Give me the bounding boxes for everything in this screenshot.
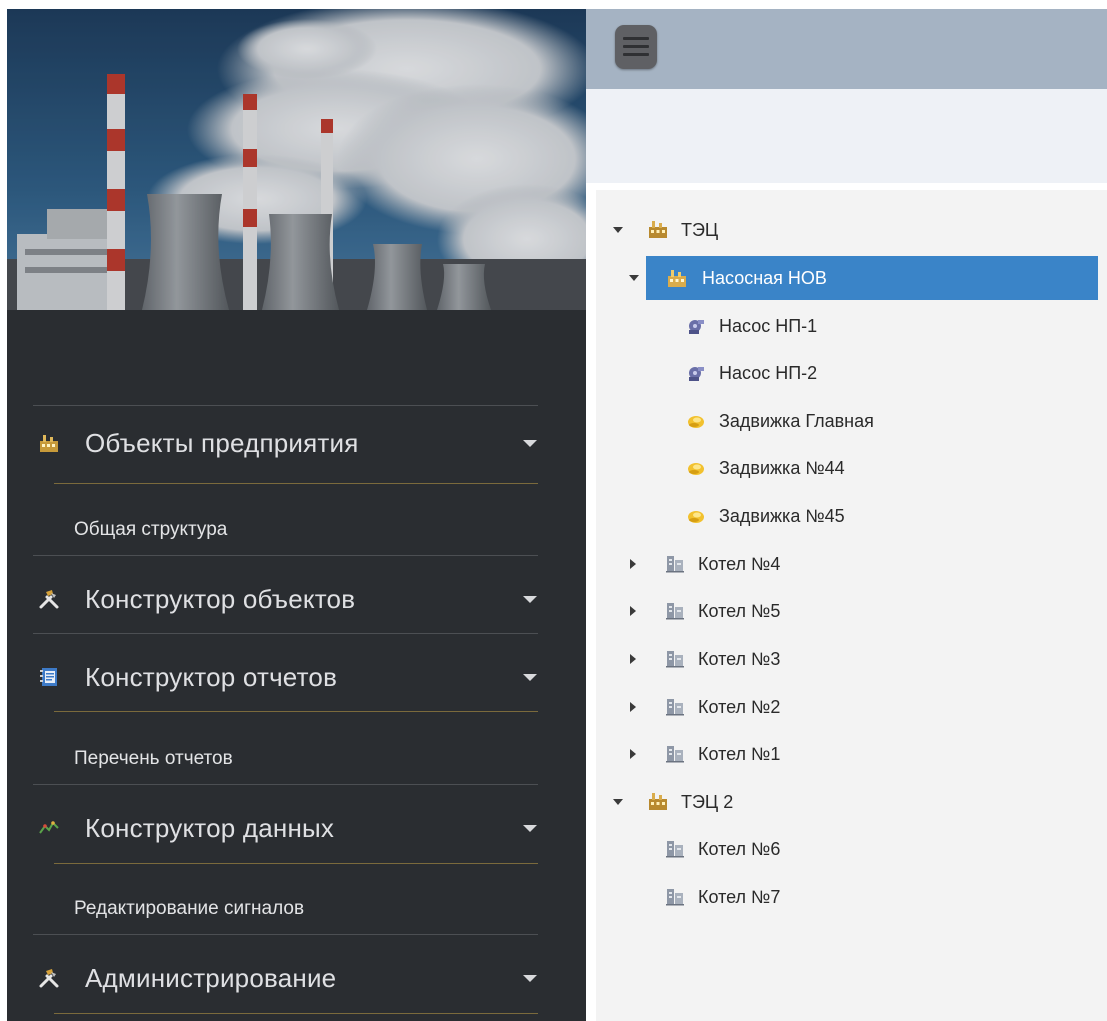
chevron-down-icon[interactable] bbox=[523, 595, 537, 603]
submenu-item-signal-editing[interactable]: Редактирование сигналов bbox=[74, 898, 304, 920]
boiler-icon bbox=[666, 651, 684, 668]
caret-right-icon[interactable] bbox=[630, 749, 636, 759]
factory-icon bbox=[649, 793, 667, 810]
tree-node-label: Задвижка №44 bbox=[719, 457, 845, 478]
menu-item-label: Конструктор данных bbox=[85, 812, 335, 843]
caret-right-icon[interactable] bbox=[630, 559, 636, 569]
top-bar bbox=[586, 9, 1107, 89]
valve-icon bbox=[688, 511, 704, 523]
caret-right-icon[interactable] bbox=[630, 702, 636, 712]
tree-node-label: Насос НП-2 bbox=[719, 362, 818, 383]
pump-icon bbox=[689, 367, 704, 381]
tree-node-label: Насосная НОВ bbox=[702, 267, 827, 288]
pump-icon bbox=[689, 320, 704, 334]
object-tree: ТЭЦ Насосная НОВ Насос НП-1 Насос НП-2 З… bbox=[596, 190, 1107, 1021]
tree-node-label: ТЭЦ 2 bbox=[681, 791, 734, 812]
menu-divider bbox=[54, 863, 538, 864]
tree-node-label: Задвижка Главная bbox=[719, 410, 874, 431]
caret-right-icon[interactable] bbox=[630, 654, 636, 664]
tree-node-label: Котел №6 bbox=[698, 838, 781, 859]
chevron-down-icon[interactable] bbox=[523, 439, 537, 447]
submenu-item-general-structure[interactable]: Общая структура bbox=[74, 519, 227, 541]
tree-node-label: Котел №1 bbox=[698, 743, 781, 764]
boiler-icon bbox=[666, 841, 684, 858]
tree-node[interactable]: Задвижка №44 bbox=[596, 451, 1107, 485]
hammer-icon bbox=[37, 966, 61, 990]
boiler-icon bbox=[666, 889, 684, 906]
menu-item-data-constructor[interactable]: Конструктор данных bbox=[7, 808, 586, 848]
hero-image-power-plant bbox=[7, 9, 586, 310]
menu-item-object-constructor[interactable]: Конструктор объектов bbox=[7, 579, 586, 619]
menu-divider bbox=[33, 405, 538, 406]
tree-node-label: Котел №5 bbox=[698, 600, 781, 621]
boiler-icon bbox=[666, 699, 684, 716]
tree-node-label: Насос НП-1 bbox=[719, 315, 818, 336]
tree-node-label: Котел №3 bbox=[698, 648, 781, 669]
caret-down-icon[interactable] bbox=[613, 799, 623, 805]
menu-item-report-constructor[interactable]: Конструктор отчетов bbox=[7, 657, 586, 697]
tree-node[interactable]: Насос НП-2 bbox=[596, 356, 1107, 390]
tree-node[interactable]: Котел №5 bbox=[596, 594, 1107, 628]
factory-icon bbox=[649, 221, 667, 238]
tree-node[interactable]: Задвижка Главная bbox=[596, 404, 1107, 438]
chevron-down-icon[interactable] bbox=[523, 673, 537, 681]
tree-node-label: Котел №4 bbox=[698, 553, 781, 574]
hammer-icon bbox=[37, 587, 61, 611]
submenu-item-report-list[interactable]: Перечень отчетов bbox=[74, 748, 233, 770]
factory-icon bbox=[37, 431, 61, 455]
tree-node[interactable]: Задвижка №45 bbox=[596, 499, 1107, 533]
menu-divider bbox=[33, 555, 538, 556]
menu-item-label: Объекты предприятия bbox=[85, 427, 359, 458]
caret-right-icon[interactable] bbox=[630, 606, 636, 616]
tree-node[interactable]: Котел №1 bbox=[596, 737, 1107, 771]
toolbar-area bbox=[586, 89, 1107, 183]
menu-divider bbox=[33, 934, 538, 935]
tree-node-label: Котел №2 bbox=[698, 696, 781, 717]
tree-node[interactable]: Насос НП-1 bbox=[596, 309, 1107, 343]
menu-divider bbox=[54, 711, 538, 712]
caret-down-icon[interactable] bbox=[629, 275, 639, 281]
data-chart-icon bbox=[37, 816, 61, 840]
valve-icon bbox=[688, 463, 704, 475]
menu-item-label: Конструктор отчетов bbox=[85, 661, 338, 692]
tree-node-label: Задвижка №45 bbox=[719, 505, 845, 526]
tree-node[interactable]: Котел №7 bbox=[596, 880, 1107, 914]
menu-divider bbox=[54, 1013, 538, 1014]
tree-node[interactable]: ТЭЦ 2 bbox=[596, 785, 1107, 819]
menu-item-label: Администрирование bbox=[85, 962, 337, 993]
tree-node[interactable]: Котел №4 bbox=[596, 547, 1107, 581]
factory-icon bbox=[668, 270, 686, 287]
chevron-down-icon[interactable] bbox=[523, 974, 537, 982]
sidebar: Объекты предприятия Общая структура Конс… bbox=[7, 9, 586, 1021]
menu-item-label: Конструктор объектов bbox=[85, 583, 356, 614]
valve-icon bbox=[688, 416, 704, 428]
menu-divider bbox=[33, 784, 538, 785]
boiler-icon bbox=[666, 603, 684, 620]
menu-item-enterprise-objects[interactable]: Объекты предприятия bbox=[7, 423, 586, 463]
menu-divider bbox=[54, 483, 538, 484]
tree-node-label: ТЭЦ bbox=[681, 219, 719, 240]
caret-down-icon[interactable] bbox=[613, 227, 623, 233]
tree-node[interactable]: Котел №2 bbox=[596, 690, 1107, 724]
tree-node-selected[interactable]: Насосная НОВ bbox=[596, 256, 1107, 300]
hamburger-icon[interactable] bbox=[615, 25, 657, 69]
menu-divider bbox=[33, 633, 538, 634]
boiler-icon bbox=[666, 746, 684, 763]
chevron-down-icon[interactable] bbox=[523, 824, 537, 832]
menu-item-administration[interactable]: Администрирование bbox=[7, 958, 586, 998]
tree-node-label: Котел №7 bbox=[698, 886, 781, 907]
boiler-icon bbox=[666, 556, 684, 573]
report-book-icon bbox=[37, 665, 61, 689]
tree-node[interactable]: Котел №6 bbox=[596, 832, 1107, 866]
tree-node[interactable]: ТЭЦ bbox=[596, 213, 1107, 247]
tree-node[interactable]: Котел №3 bbox=[596, 642, 1107, 676]
